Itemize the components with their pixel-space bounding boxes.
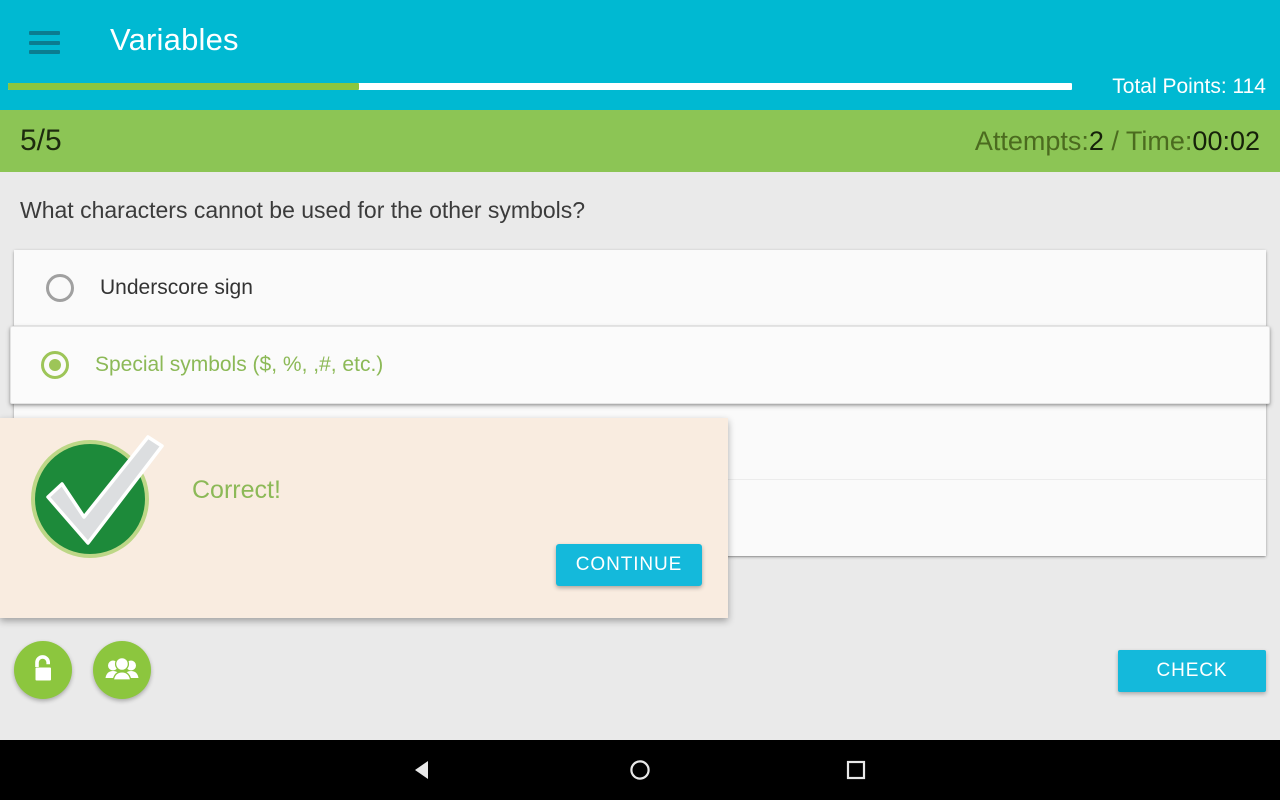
check-button[interactable]: CHECK bbox=[1118, 650, 1266, 692]
continue-button[interactable]: CONTINUE bbox=[556, 544, 702, 586]
hamburger-menu-icon[interactable] bbox=[29, 31, 60, 54]
hamburger-line bbox=[29, 50, 60, 54]
time-value: 00:02 bbox=[1192, 126, 1260, 156]
total-points-label: Total Points: 114 bbox=[1112, 75, 1266, 98]
lesson-progress-bar bbox=[8, 83, 1072, 90]
feedback-dialog: Correct! CONTINUE bbox=[0, 418, 728, 618]
hamburger-line bbox=[29, 40, 60, 45]
question-progress-count: 5/5 bbox=[20, 124, 62, 157]
quiz-status-bar: 5/5 Attempts:2 / Time:00:02 bbox=[0, 110, 1280, 172]
question-text: What characters cannot be used for the o… bbox=[20, 197, 586, 223]
radio-button-selected[interactable] bbox=[41, 351, 69, 379]
attempts-value: 2 bbox=[1088, 126, 1104, 156]
time-label: Time: bbox=[1125, 126, 1193, 156]
attempts-time-separator: / bbox=[1103, 126, 1126, 156]
lesson-progress-fill bbox=[8, 83, 360, 90]
recents-square-icon[interactable] bbox=[811, 740, 901, 800]
green-check-circle-icon bbox=[22, 431, 192, 561]
radio-button-unselected[interactable] bbox=[46, 273, 74, 302]
android-navigation-bar bbox=[0, 740, 1280, 800]
attempts-label: Attempts: bbox=[974, 126, 1089, 156]
page-title: Variables bbox=[110, 22, 239, 57]
app-bar: Variables Total Points: 114 bbox=[0, 0, 1280, 110]
open-lock-icon[interactable] bbox=[14, 641, 72, 699]
feedback-message: Correct! bbox=[192, 476, 281, 504]
answer-option-label: Special symbols ($, %, ,#, etc.) bbox=[95, 353, 384, 376]
home-circle-icon[interactable] bbox=[595, 740, 685, 800]
app-root: Variables Total Points: 114 5/5 Attempts… bbox=[0, 0, 1280, 800]
answer-option-label: Underscore sign bbox=[100, 275, 253, 299]
attempts-and-time: Attempts:2 / Time:00:02 bbox=[975, 126, 1260, 157]
answer-option-row-1[interactable]: Underscore sign bbox=[14, 250, 1266, 326]
answer-option-row-2[interactable]: Special symbols ($, %, ,#, etc.) bbox=[10, 326, 1270, 404]
hamburger-line bbox=[29, 31, 60, 35]
people-group-icon[interactable] bbox=[93, 641, 151, 699]
back-triangle-icon[interactable] bbox=[379, 740, 469, 800]
